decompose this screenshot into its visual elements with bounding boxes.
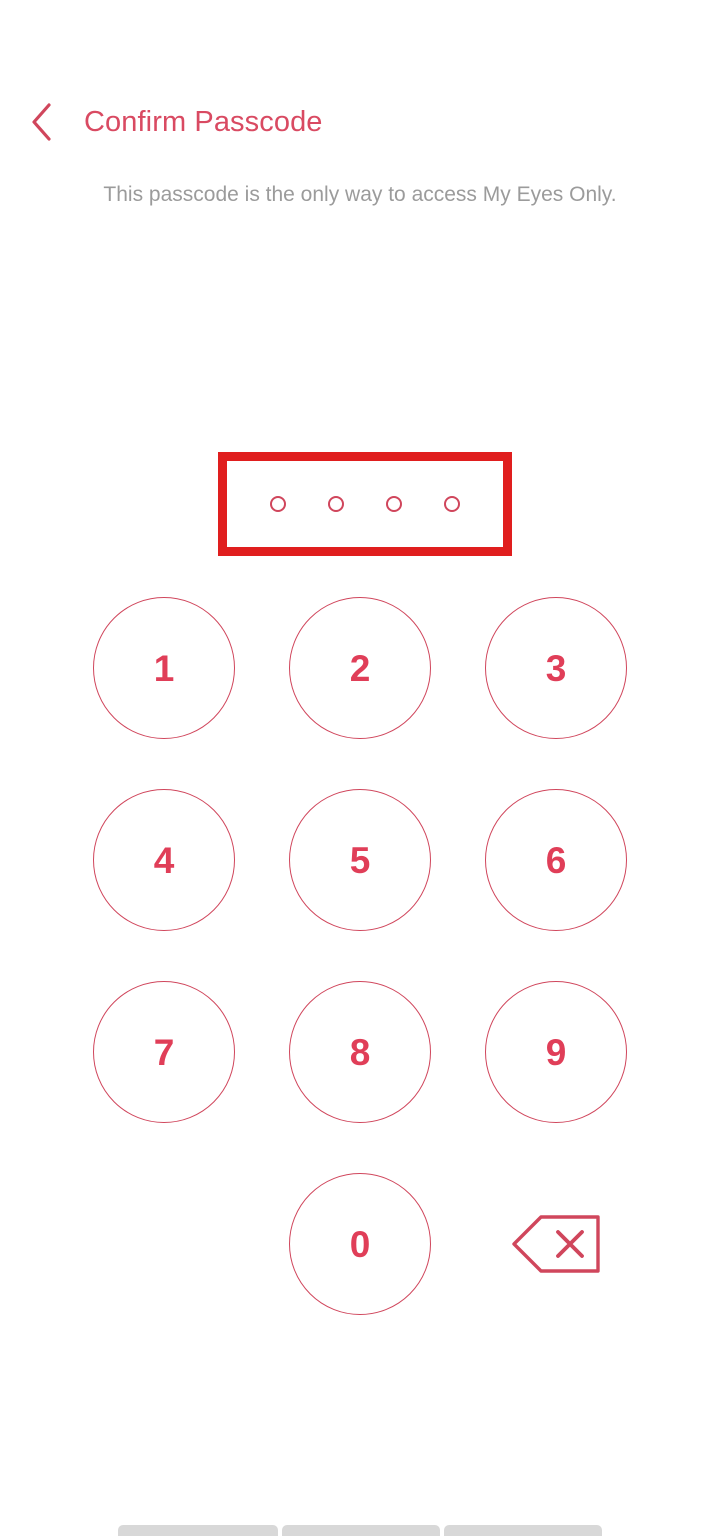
- passcode-dot: [328, 496, 344, 512]
- keypad-key-label: 1: [153, 647, 175, 689]
- page-title: Confirm Passcode: [84, 105, 323, 138]
- keypad-key-9[interactable]: 9: [485, 981, 627, 1123]
- keypad-key-label: 4: [153, 839, 175, 881]
- keypad-key-6[interactable]: 6: [485, 789, 627, 931]
- app-header: Confirm Passcode: [0, 96, 720, 148]
- keypad-key-label: 5: [349, 839, 371, 881]
- passcode-dot: [270, 496, 286, 512]
- back-button[interactable]: [16, 96, 68, 148]
- passcode-dot: [386, 496, 402, 512]
- keypad-key-label: 0: [349, 1223, 371, 1265]
- keypad-row: 7 8 9: [0, 956, 720, 1148]
- nav-bar-segment-back[interactable]: [444, 1525, 602, 1536]
- passcode-dot: [444, 496, 460, 512]
- keypad-key-label: 2: [349, 647, 371, 689]
- keypad-key-label: 8: [349, 1031, 371, 1073]
- keypad-key-7[interactable]: 7: [93, 981, 235, 1123]
- nav-bar-segment-recents[interactable]: [118, 1525, 278, 1536]
- keypad-row: 1 2 3: [0, 572, 720, 764]
- numeric-keypad: 1 2 3 4 5 6 7 8 9 0: [0, 572, 720, 1340]
- keypad-key-label: 3: [545, 647, 567, 689]
- keypad-key-2[interactable]: 2: [289, 597, 431, 739]
- keypad-key-label: 7: [153, 1031, 175, 1073]
- chevron-left-icon: [29, 102, 55, 142]
- system-navigation-bar: [0, 1518, 720, 1536]
- keypad-key-1[interactable]: 1: [93, 597, 235, 739]
- backspace-delete-icon: [510, 1213, 602, 1275]
- passcode-dots: [218, 452, 512, 556]
- keypad-key-8[interactable]: 8: [289, 981, 431, 1123]
- keypad-row: 0: [0, 1148, 720, 1340]
- keypad-key-3[interactable]: 3: [485, 597, 627, 739]
- keypad-backspace-button[interactable]: [485, 1173, 627, 1315]
- passcode-description: This passcode is the only way to access …: [103, 183, 617, 206]
- keypad-key-4[interactable]: 4: [93, 789, 235, 931]
- nav-bar-segment-home[interactable]: [282, 1525, 440, 1536]
- keypad-key-5[interactable]: 5: [289, 789, 431, 931]
- keypad-key-label: 6: [545, 839, 567, 881]
- keypad-key-label: 9: [545, 1031, 567, 1073]
- keypad-key-0[interactable]: 0: [289, 1173, 431, 1315]
- keypad-row: 4 5 6: [0, 764, 720, 956]
